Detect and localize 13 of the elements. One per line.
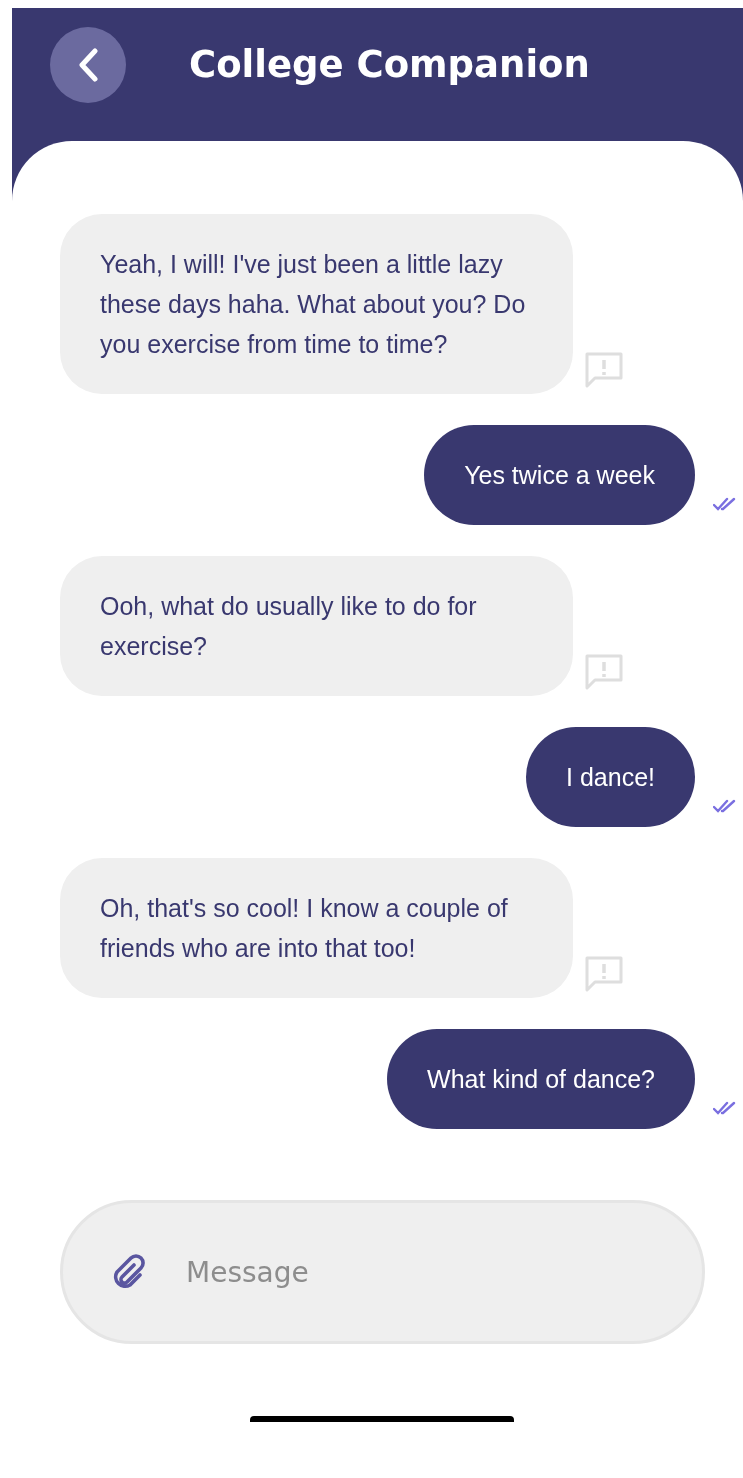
sent-message: What kind of dance? <box>387 1029 695 1129</box>
report-icon[interactable] <box>585 352 623 388</box>
received-message: Ooh, what do usually like to do for exercise? <box>60 556 573 696</box>
received-message: Yeah, I will! I've just been a little lazy these days haha. What about you? Do you exercise from time to time? <box>60 214 573 394</box>
paperclip-icon[interactable] <box>112 1254 148 1290</box>
screen-title: College Companion <box>189 43 590 86</box>
message-input[interactable]: Message <box>60 1200 705 1344</box>
sent-message: I dance! <box>526 727 695 827</box>
sent-message: Yes twice a week <box>424 425 695 525</box>
report-icon[interactable] <box>585 956 623 992</box>
received-message: Oh, that's so cool! I know a couple of friends who are into that too! <box>60 858 573 998</box>
chevron-left-icon <box>77 47 99 82</box>
report-icon[interactable] <box>585 654 623 690</box>
